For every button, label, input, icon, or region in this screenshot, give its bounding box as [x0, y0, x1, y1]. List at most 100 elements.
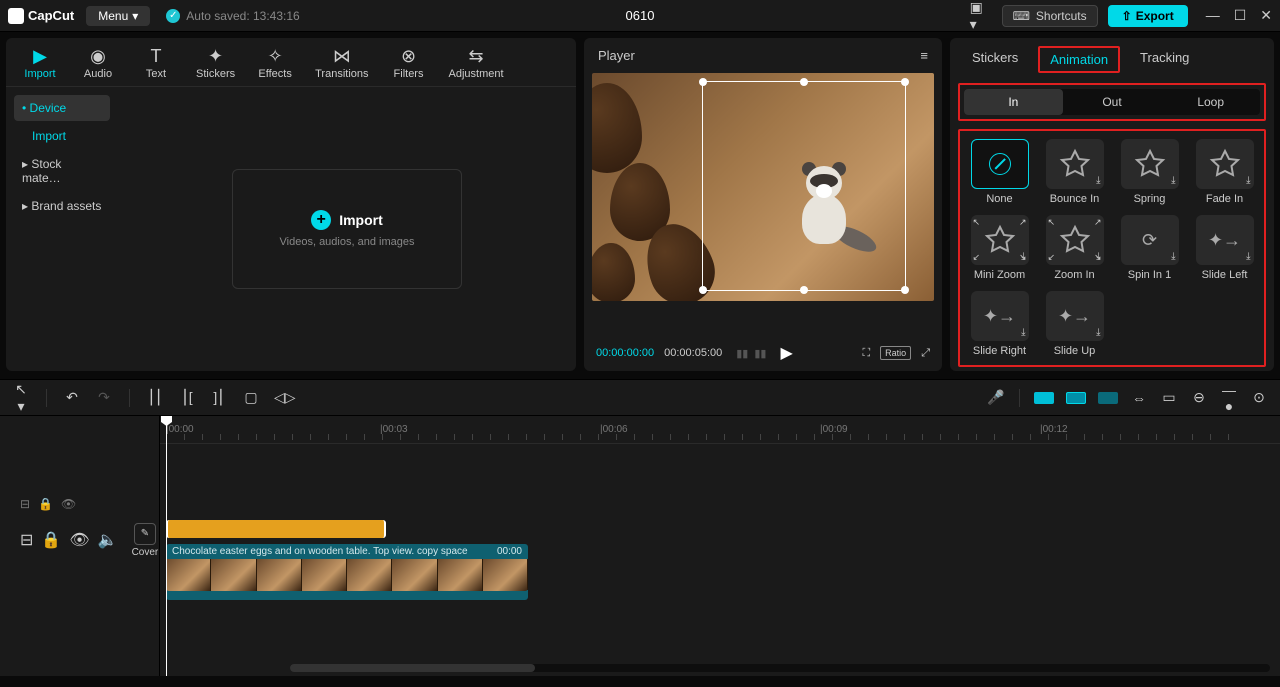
- download-icon: ⤓: [1021, 327, 1025, 338]
- bars-icon[interactable]: ▮▮: [736, 347, 748, 360]
- eye-icon[interactable]: 👁: [69, 530, 89, 550]
- zoom-out-icon[interactable]: ⊖: [1190, 389, 1208, 406]
- bars-icon[interactable]: ▮▮: [754, 347, 766, 360]
- anim-item-fade-in[interactable]: ⤓Fade In: [1193, 139, 1256, 205]
- project-title[interactable]: 0610: [626, 8, 655, 23]
- collapse-icon[interactable]: ⊟: [20, 530, 33, 550]
- handle-top-left[interactable]: [699, 78, 707, 86]
- pointer-tool[interactable]: ↖ ▾: [12, 381, 30, 415]
- tool-tab-stickers[interactable]: ✦Stickers: [190, 44, 241, 82]
- timeline-scrollbar[interactable]: [290, 664, 1270, 672]
- player-menu-icon[interactable]: ≡: [920, 48, 928, 63]
- undo-button[interactable]: ↶: [63, 389, 81, 406]
- tool-label: Audio: [84, 68, 112, 80]
- tool-tab-transitions[interactable]: ⋈Transitions: [309, 44, 374, 82]
- sidebar-item[interactable]: • Device: [14, 95, 110, 121]
- clip-label: Chocolate easter eggs and on wooden tabl…: [166, 544, 528, 559]
- tool-tab-adjustment[interactable]: ⇆Adjustment: [443, 44, 510, 82]
- cover-button[interactable]: ✎ Cover: [132, 523, 159, 558]
- lock-icon[interactable]: 🔒: [41, 530, 61, 550]
- handle-bottom-center[interactable]: [800, 286, 808, 294]
- snap-icon[interactable]: ⇔: [1130, 390, 1148, 406]
- menu-button[interactable]: Menu ▾: [86, 6, 150, 26]
- media-body: • DeviceImport▸ Stock mate…▸ Brand asset…: [6, 87, 576, 371]
- redo-button[interactable]: ↷: [95, 389, 113, 406]
- selection-box[interactable]: [702, 81, 906, 291]
- tool-tab-effects[interactable]: ✧Effects: [251, 44, 299, 82]
- tool-label: Effects: [258, 68, 291, 80]
- playhead[interactable]: [166, 416, 167, 676]
- inspector-tab-animation[interactable]: Animation: [1038, 46, 1120, 73]
- tracks-area[interactable]: |00:00|00:03|00:06|00:09|00:12 Chocolate…: [160, 416, 1280, 676]
- layout-icon[interactable]: ▣ ▾: [970, 5, 992, 27]
- anim-item-slide-left[interactable]: ✦→⤓Slide Left: [1193, 215, 1256, 281]
- handle-bottom-left[interactable]: [699, 286, 707, 294]
- shortcuts-button[interactable]: ⌨ Shortcuts: [1002, 5, 1098, 27]
- sidebar-item[interactable]: ▸ Stock mate…: [14, 151, 110, 191]
- inspector-tab-tracking[interactable]: Tracking: [1130, 46, 1199, 73]
- handle-top-center[interactable]: [800, 78, 808, 86]
- sidebar-item[interactable]: Import: [14, 123, 110, 149]
- animation-grid: None⤓Bounce In⤓Spring⤓Fade In ↖↗↙↘⤓Mini Z…: [958, 129, 1266, 367]
- play-button[interactable]: ▶: [780, 343, 792, 363]
- video-clip[interactable]: Chocolate easter eggs and on wooden tabl…: [166, 544, 528, 600]
- tool-tab-audio[interactable]: ◉Audio: [74, 44, 122, 82]
- import-zone: + Import Videos, audios, and images: [118, 87, 576, 371]
- scrollbar-thumb[interactable]: [290, 664, 535, 672]
- anim-item-slide-right[interactable]: ✦→⤓Slide Right: [968, 291, 1031, 357]
- timeline-right-tools: 🎤 ⇔ ▭ ⊖ —● ⊙: [987, 382, 1268, 414]
- handle-top-right[interactable]: [901, 78, 909, 86]
- close-button[interactable]: ✕: [1260, 7, 1272, 24]
- tool-tab-filters[interactable]: ⊗Filters: [385, 44, 433, 82]
- preview-canvas: [592, 73, 934, 301]
- crop-icon[interactable]: ⛶: [862, 347, 870, 360]
- track-view-2[interactable]: [1066, 392, 1086, 404]
- collapse-icon[interactable]: ⊟: [20, 497, 30, 511]
- eye-icon[interactable]: 👁: [61, 497, 76, 511]
- zoom-fit-icon[interactable]: ⊙: [1250, 389, 1268, 406]
- sticker-clip[interactable]: [166, 520, 386, 538]
- split-tool[interactable]: ⎮⎮: [146, 389, 164, 406]
- sticker-track-controls: ⊟ 🔒 👁: [0, 492, 159, 516]
- trim-right-tool[interactable]: ]⎮: [210, 389, 228, 406]
- minimize-button[interactable]: —: [1206, 7, 1220, 24]
- anim-dir-out[interactable]: Out: [1063, 89, 1162, 115]
- anim-thumb: ⤓: [1196, 139, 1254, 189]
- tool-tab-import[interactable]: ▶Import: [16, 44, 64, 82]
- track-view-3[interactable]: [1098, 392, 1118, 404]
- tool-tab-text[interactable]: TText: [132, 44, 180, 82]
- tool-tabs: ▶Import ◉Audio TText ✦Stickers ✧Effects ⋈Tran…: [6, 38, 576, 87]
- export-button[interactable]: ⇧ Export: [1108, 5, 1188, 27]
- ratio-button[interactable]: Ratio: [880, 346, 911, 360]
- shortcuts-label: Shortcuts: [1036, 9, 1087, 23]
- lock-icon[interactable]: 🔒: [38, 497, 53, 511]
- player-viewport[interactable]: [592, 73, 934, 335]
- anim-item-slide-up[interactable]: ✦→⤓Slide Up: [1043, 291, 1106, 357]
- anim-item-bounce-in[interactable]: ⤓Bounce In: [1043, 139, 1106, 205]
- anim-item-spring[interactable]: ⤓Spring: [1118, 139, 1181, 205]
- anim-dir-in[interactable]: In: [964, 89, 1063, 115]
- sidebar-item[interactable]: ▸ Brand assets: [14, 193, 110, 219]
- time-ruler[interactable]: |00:00|00:03|00:06|00:09|00:12: [160, 416, 1280, 444]
- track-view-1[interactable]: [1034, 392, 1054, 404]
- anim-item-zoom-in[interactable]: ↖↗↙↘⤓Zoom In: [1043, 215, 1106, 281]
- anim-thumb: ✦→⤓: [1046, 291, 1104, 341]
- mic-icon[interactable]: 🎤: [987, 389, 1005, 406]
- anim-item-mini-zoom[interactable]: ↖↗↙↘⤓Mini Zoom: [968, 215, 1031, 281]
- inspector-tab-stickers[interactable]: Stickers: [962, 46, 1028, 73]
- mirror-tool[interactable]: ◁▷: [274, 389, 292, 406]
- anim-item-none[interactable]: None: [968, 139, 1031, 205]
- anim-item-spin-in-1[interactable]: ⟳⤓Spin In 1: [1118, 215, 1181, 281]
- mute-icon[interactable]: 🔈: [98, 530, 118, 550]
- preview-icon[interactable]: ▭: [1160, 389, 1178, 406]
- fullscreen-icon[interactable]: ⤢: [921, 347, 930, 360]
- zoom-slider[interactable]: —●: [1220, 382, 1238, 414]
- import-dropzone[interactable]: + Import Videos, audios, and images: [232, 169, 462, 289]
- anim-thumb: ⤓: [1121, 139, 1179, 189]
- delete-tool[interactable]: ▢: [242, 389, 260, 406]
- anim-dir-loop[interactable]: Loop: [1161, 89, 1260, 115]
- handle-bottom-right[interactable]: [901, 286, 909, 294]
- maximize-button[interactable]: ☐: [1234, 7, 1247, 24]
- ruler-mark: |00:03: [380, 424, 408, 435]
- trim-left-tool[interactable]: ⎮[: [178, 389, 196, 406]
